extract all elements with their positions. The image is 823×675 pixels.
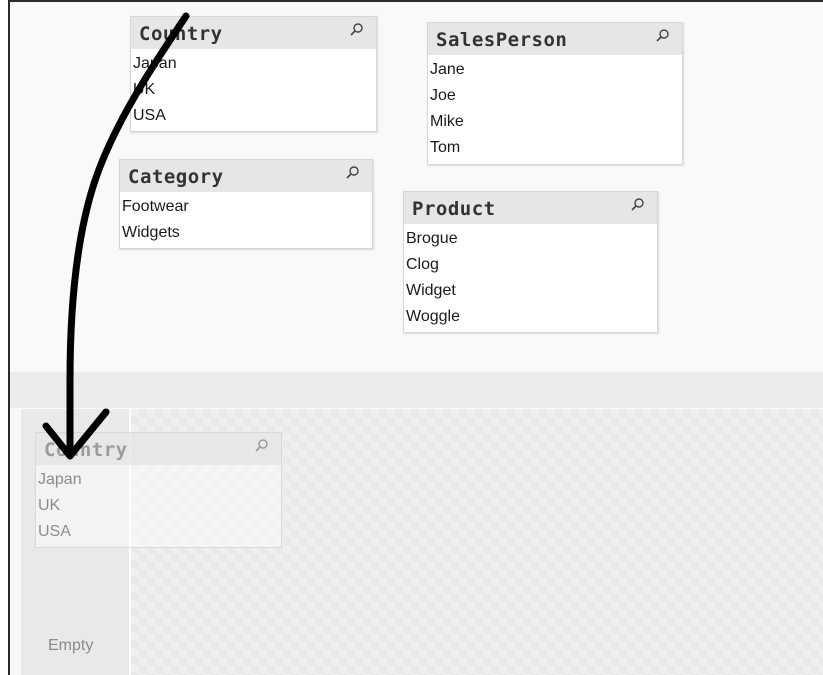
listbox-item[interactable]: UK [131, 77, 376, 103]
ghost-listbox-item: UK [38, 497, 61, 514]
listbox-item[interactable]: Joe [428, 83, 682, 109]
empty-label: Empty [48, 637, 94, 654]
listbox-country[interactable]: Country Japan UK USA [130, 16, 377, 132]
listbox-title: Product [412, 198, 496, 220]
listbox-item[interactable]: Widgets [120, 220, 372, 246]
listbox-item[interactable]: Brogue [404, 226, 657, 252]
listbox-category[interactable]: Category Footwear Widgets [119, 159, 373, 249]
ghost-listbox-item: USA [38, 523, 71, 540]
search-icon[interactable] [656, 29, 670, 43]
listbox-product[interactable]: Product Brogue Clog Widget Woggle [403, 191, 658, 333]
listbox-salesperson[interactable]: SalesPerson Jane Joe Mike Tom [427, 22, 683, 165]
sheet-divider [10, 372, 823, 408]
listbox-title: SalesPerson [436, 29, 568, 51]
listbox-caption[interactable]: Product [404, 192, 657, 224]
ghost-listbox-caption: Country [36, 433, 281, 465]
listbox-item[interactable]: Mike [428, 109, 682, 135]
listbox-item[interactable]: USA [131, 103, 376, 129]
listbox-item[interactable]: Footwear [120, 194, 372, 220]
listbox-title: Country [139, 23, 223, 45]
listbox-item[interactable]: Clog [404, 252, 657, 278]
listbox-item[interactable]: Japan [131, 51, 376, 77]
ghost-listbox-title: Country [44, 439, 128, 461]
listbox-item[interactable]: Woggle [404, 304, 657, 330]
listbox-title: Category [128, 166, 224, 188]
ghost-listbox-item: Japan [38, 471, 82, 488]
ghost-listbox-country[interactable]: Country Japan UK USA [35, 432, 282, 548]
search-icon[interactable] [350, 23, 364, 37]
listbox-item[interactable]: Jane [428, 57, 682, 83]
search-icon[interactable] [631, 198, 645, 212]
listbox-item[interactable]: Widget [404, 278, 657, 304]
listbox-item[interactable]: Tom [428, 135, 682, 161]
search-icon [255, 439, 268, 452]
listbox-caption[interactable]: Country [131, 17, 376, 49]
listbox-caption[interactable]: Category [120, 160, 372, 192]
search-icon[interactable] [346, 166, 360, 180]
listbox-caption[interactable]: SalesPerson [428, 23, 682, 55]
